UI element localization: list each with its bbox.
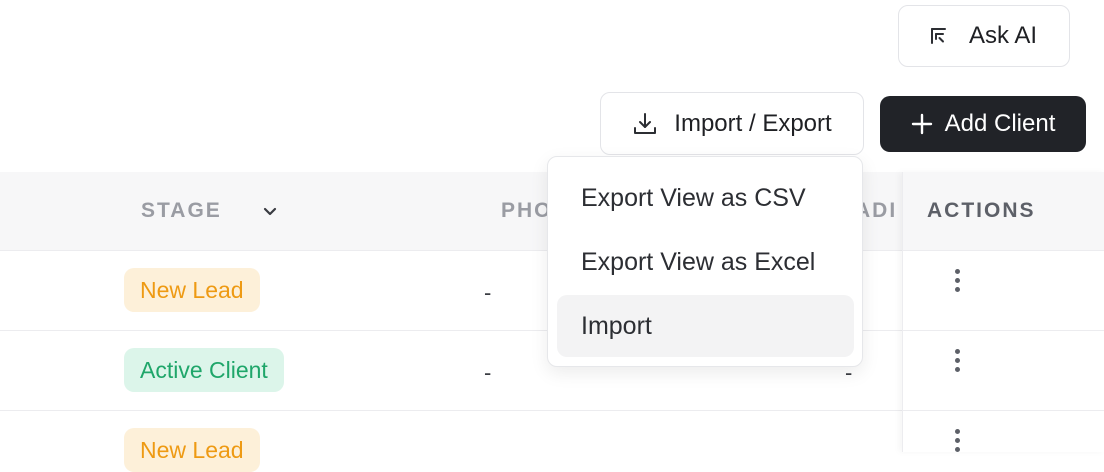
import-export-button[interactable]: Import / Export: [600, 92, 864, 155]
row-actions-kebab-icon[interactable]: [946, 344, 970, 380]
ai-sparkle-icon: [927, 25, 949, 47]
chevron-down-icon[interactable]: [262, 203, 278, 219]
menu-item-export-excel[interactable]: Export View as Excel: [557, 231, 854, 293]
column-header-actions: ACTIONS: [927, 199, 1036, 222]
row-divider: [903, 410, 1104, 411]
stage-badge: Active Client: [124, 348, 284, 392]
menu-item-import[interactable]: Import: [557, 295, 854, 357]
column-header-phone[interactable]: PHO: [501, 172, 553, 250]
phone-cell: -: [484, 360, 492, 385]
plus-icon: [911, 113, 933, 135]
import-export-menu: Export View as CSV Export View as Excel …: [547, 156, 863, 367]
row-divider: [903, 330, 1104, 331]
menu-item-export-csv[interactable]: Export View as CSV: [557, 167, 854, 229]
stage-badge: New Lead: [124, 268, 260, 312]
add-client-label: Add Client: [944, 110, 1056, 137]
add-client-button[interactable]: Add Client: [880, 96, 1086, 152]
column-header-stage[interactable]: STAGE: [141, 172, 222, 250]
stage-badge: New Lead: [124, 428, 260, 472]
ask-ai-button[interactable]: Ask AI: [898, 5, 1070, 67]
ask-ai-label: Ask AI: [968, 22, 1038, 49]
row-actions-kebab-icon[interactable]: [946, 264, 970, 300]
import-export-label: Import / Export: [674, 109, 832, 137]
download-icon: [632, 111, 658, 137]
phone-cell: -: [484, 280, 492, 305]
row-actions-kebab-icon[interactable]: [946, 424, 970, 460]
